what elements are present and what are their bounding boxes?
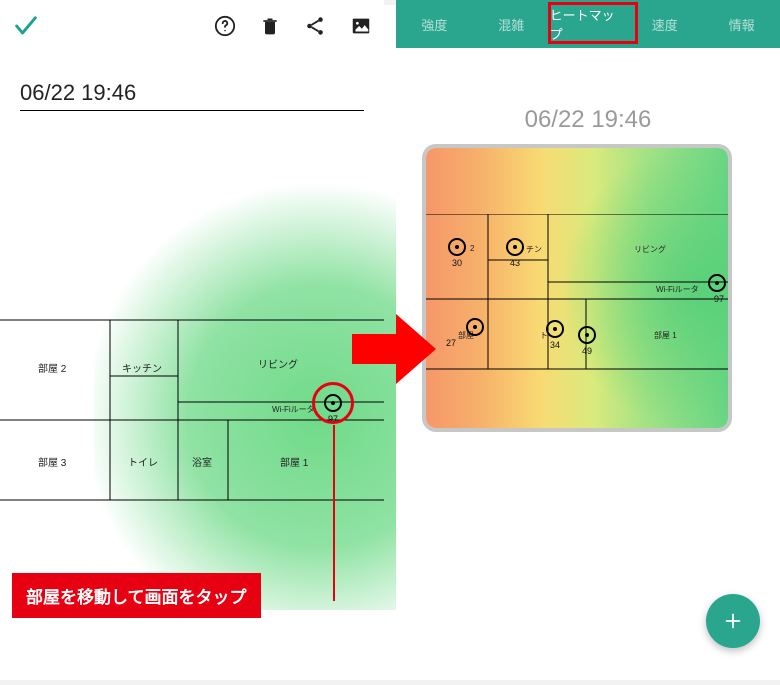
frame-bottom	[0, 680, 780, 685]
hm-point-3-val: 27	[446, 338, 456, 348]
annotation-tab-highlight	[548, 2, 638, 44]
hm-label-living: リビング	[634, 244, 666, 255]
screen-edit: 06/22 19:46 部屋 2 キッチン リビング Wi-Fiルータ 部屋 3…	[0, 0, 384, 670]
delete-icon[interactable]	[260, 15, 280, 37]
hm-point-4-val: 34	[550, 340, 560, 350]
heatmap-timestamp: 06/22 19:46	[396, 106, 780, 134]
tab-strength[interactable]: 強度	[396, 0, 473, 48]
heatmap-canvas[interactable]: 2 チン リビング Wi-Fiルータ 部屋 ト 部屋 1 30 43 97 27…	[422, 144, 732, 432]
hm-point-0-val: 30	[452, 258, 462, 268]
image-icon[interactable]	[350, 15, 372, 37]
hm-label-kitchenfrag: チン	[526, 244, 542, 255]
hm-point-0	[448, 238, 466, 256]
hm-point-1-val: 43	[510, 258, 520, 268]
hm-point-5-val: 49	[582, 346, 592, 356]
floor-plan[interactable]: 部屋 2 キッチン リビング Wi-Fiルータ 部屋 3 トイレ 浴室 部屋 1…	[0, 300, 384, 540]
hm-point-5	[578, 326, 596, 344]
hm-point-2-val: 97	[714, 294, 724, 304]
annotation-callout: 部屋を移動して画面をタップ	[12, 573, 261, 618]
hm-point-3	[466, 318, 484, 336]
hm-point-2	[708, 274, 726, 292]
hm-label-router: Wi-Fiルータ	[656, 284, 699, 295]
help-icon[interactable]	[214, 15, 236, 37]
share-icon[interactable]	[304, 15, 326, 37]
fab-add[interactable]	[706, 594, 760, 648]
heatmap-plan-overlay: 2 チン リビング Wi-Fiルータ 部屋 ト 部屋 1 30 43 97 27…	[426, 214, 732, 384]
tab-congestion[interactable]: 混雑	[473, 0, 550, 48]
timestamp-input[interactable]: 06/22 19:46	[20, 80, 364, 111]
hm-point-1	[506, 238, 524, 256]
tab-info[interactable]: 情報	[703, 0, 780, 48]
check-icon[interactable]	[12, 12, 40, 40]
annotation-circle	[312, 382, 354, 424]
arrow-icon	[352, 310, 438, 388]
screen-heatmap: 強度 混雑 ヒートマップ 速度 情報 06/22 19:46	[396, 0, 780, 670]
heat-spill	[732, 336, 780, 456]
annotation-line	[333, 425, 335, 601]
hm-point-4	[546, 320, 564, 338]
toolbar	[0, 0, 384, 52]
hm-label-room2frag: 2	[470, 244, 474, 253]
hm-label-room1: 部屋 1	[654, 330, 677, 341]
